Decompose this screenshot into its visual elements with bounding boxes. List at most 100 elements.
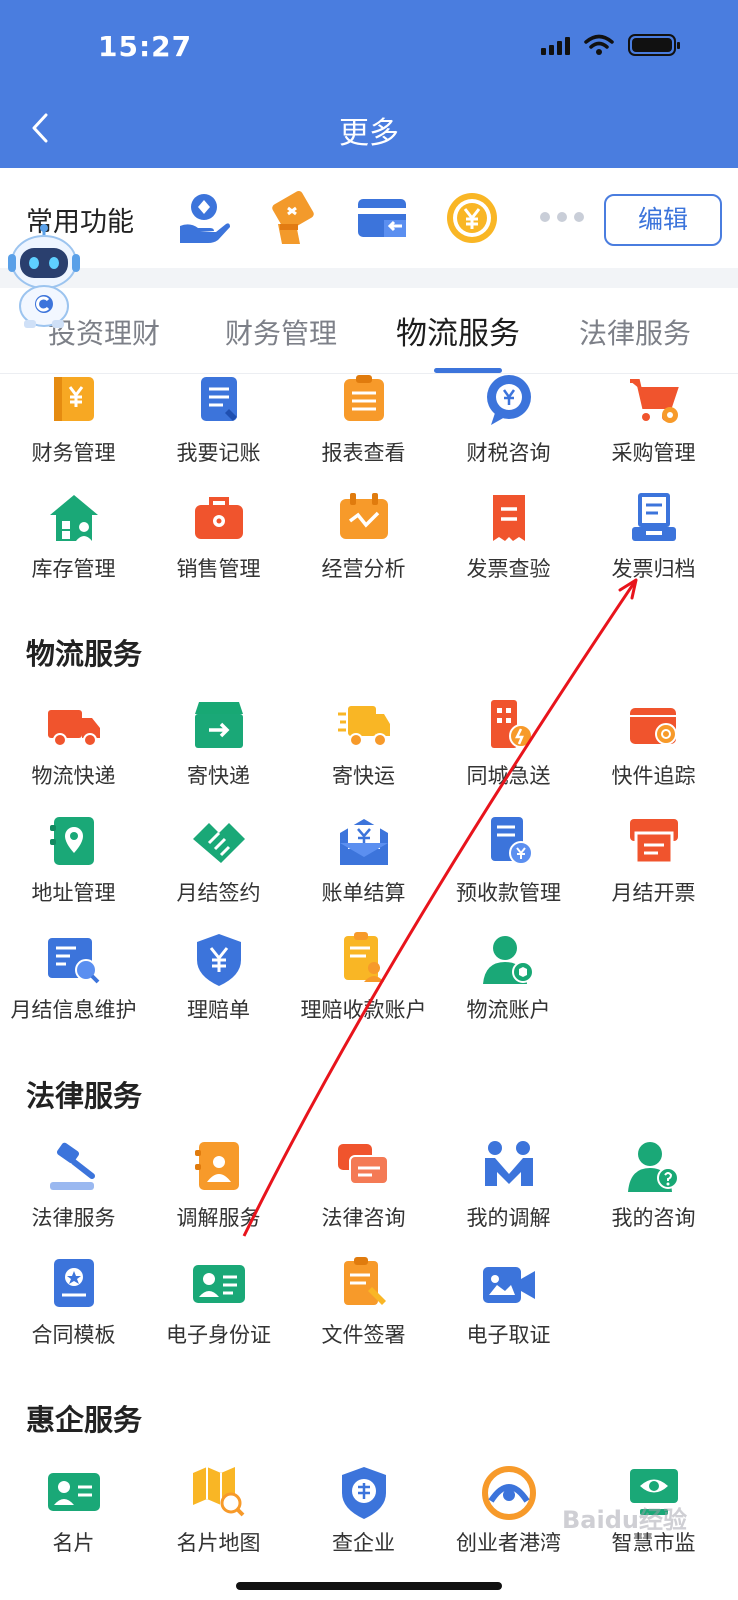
- grid-item-label: 月结签约: [176, 881, 261, 905]
- home-indicator[interactable]: [236, 1582, 502, 1590]
- grid-item-monthly-invoicing[interactable]: 月结开票: [580, 815, 727, 907]
- quick-functions-bar: 常用功能 编辑: [0, 168, 738, 268]
- grid-item-monthly-info[interactable]: 月结信息维护: [0, 932, 147, 1024]
- parcel-box-icon: [194, 702, 243, 748]
- document-sign-icon: [343, 1257, 386, 1305]
- prepayment-icon: [490, 817, 533, 865]
- video-camera-icon: [482, 1267, 535, 1303]
- grid-item-mediation[interactable]: 调解服务: [145, 1140, 292, 1232]
- divider-band: [0, 268, 738, 288]
- grid-item-label: 查企业: [332, 1531, 395, 1555]
- status-time: 15:27: [98, 30, 193, 63]
- grid-item-label: 库存管理: [31, 557, 116, 581]
- grid-item-label: 物流账户: [466, 998, 551, 1022]
- robot-assistant-icon[interactable]: [6, 224, 82, 328]
- grid-item-founders-harbor[interactable]: 创业者港湾: [435, 1465, 582, 1557]
- person-question-icon: [627, 1142, 679, 1192]
- grid-item-label: 采购管理: [611, 441, 696, 465]
- yuan-coin-icon[interactable]: [444, 190, 500, 246]
- grid-item-prepayment[interactable]: 预收款管理: [435, 815, 582, 907]
- grid-item-my-consult[interactable]: 我的咨询: [580, 1140, 727, 1232]
- grid-item-label: 名片: [52, 1531, 95, 1555]
- grid-item-inventory[interactable]: 库存管理: [0, 491, 147, 583]
- grid-item-label: 理赔收款账户: [300, 998, 427, 1022]
- grid-item-label: 月结信息维护: [10, 998, 137, 1022]
- printer-icon: [629, 819, 678, 865]
- grid-item-bill-settlement[interactable]: 账单结算: [290, 815, 437, 907]
- page-title: 更多: [339, 116, 399, 151]
- grid-item-label: 发票查验: [466, 557, 551, 581]
- grid-item-e-id[interactable]: 电子身份证: [145, 1257, 292, 1349]
- grid-item-legal-consult[interactable]: 法律咨询: [290, 1140, 437, 1232]
- tab-legal[interactable]: 法律服务: [560, 312, 710, 352]
- battery-icon: [628, 34, 680, 56]
- claim-account-icon: [343, 932, 384, 982]
- grid-item-invoice-archive[interactable]: 发票归档: [580, 491, 727, 583]
- grid-item-claim-account[interactable]: 理赔收款账户: [290, 932, 437, 1024]
- grid-item-invoice-check[interactable]: 发票查验: [435, 491, 582, 583]
- grid-item-label: 账单结算: [321, 881, 406, 905]
- grid-item-label: 名片地图: [176, 1531, 261, 1555]
- grid-item-package-tracking[interactable]: 快件追踪: [580, 698, 727, 790]
- contract-icon: [53, 1259, 94, 1307]
- grid-item-label: 法律服务: [31, 1206, 116, 1230]
- calendar-chart-icon: [339, 493, 388, 539]
- grid-item-label: 创业者港湾: [456, 1531, 561, 1555]
- grid-item-send-express[interactable]: 寄快递: [145, 698, 292, 790]
- grid-item-express[interactable]: 物流快递: [0, 698, 147, 790]
- hand-person-icon[interactable]: [176, 190, 232, 246]
- signal-icon: [541, 35, 570, 55]
- card-transfer-icon[interactable]: [354, 190, 410, 246]
- grid-item-label: 文件签署: [321, 1323, 406, 1347]
- people-m-icon: [484, 1141, 533, 1186]
- info-maintain-icon: [47, 938, 99, 984]
- grid-item-monthly-contract[interactable]: 月结签约: [145, 815, 292, 907]
- grid-item-sales[interactable]: 销售管理: [145, 491, 292, 583]
- grid-item-legal-service[interactable]: 法律服务: [0, 1140, 147, 1232]
- grid-item-finance-management[interactable]: 财务管理: [0, 375, 147, 467]
- grid-item-my-mediation[interactable]: 我的调解: [435, 1140, 582, 1232]
- grid-item-logistics-account[interactable]: 物流账户: [435, 932, 582, 1024]
- package-track-icon: [629, 708, 677, 745]
- grid-item-business-analysis[interactable]: 经营分析: [290, 491, 437, 583]
- grid-item-label: 经营分析: [321, 557, 406, 581]
- tab-logistics[interactable]: 物流服务: [383, 308, 533, 353]
- grid-item-card-map[interactable]: 名片地图: [145, 1465, 292, 1557]
- harbor-logo-icon: [481, 1466, 536, 1520]
- grid-item-city-delivery[interactable]: 同城急送: [435, 698, 582, 790]
- section-title-logistics: 物流服务: [26, 637, 143, 671]
- grid-item-reports[interactable]: 报表查看: [290, 375, 437, 467]
- mediation-book-icon: [194, 1142, 239, 1190]
- grid-item-contract-template[interactable]: 合同模板: [0, 1257, 147, 1349]
- grid-item-freight[interactable]: 寄快运: [290, 698, 437, 790]
- handshake-icon: [192, 823, 245, 863]
- grid-item-claim[interactable]: 理赔单: [145, 932, 292, 1024]
- grid-item-label: 我的调解: [466, 1206, 551, 1230]
- grid-item-label: 我的咨询: [611, 1206, 696, 1230]
- invoice-archive-icon: [631, 493, 676, 541]
- grid-item-label: 财务管理: [31, 441, 116, 465]
- grid-item-e-evidence[interactable]: 电子取证: [435, 1257, 582, 1349]
- grid-item-label: 报表查看: [321, 441, 406, 465]
- more-dots-icon[interactable]: [540, 212, 584, 222]
- grid-item-company-lookup[interactable]: 查企业: [290, 1465, 437, 1557]
- grid-item-address[interactable]: 地址管理: [0, 815, 147, 907]
- grid-item-tax-consult[interactable]: 财税咨询: [435, 375, 582, 467]
- map-search-icon: [192, 1467, 244, 1517]
- yuan-chat-icon: [486, 375, 531, 425]
- edit-button[interactable]: 编辑: [604, 194, 722, 246]
- id-card-icon: [192, 1265, 245, 1303]
- grid-item-label: 发票归档: [611, 557, 696, 581]
- section-title-benefits: 惠企服务: [26, 1403, 143, 1437]
- grid-item-label: 月结开票: [611, 881, 696, 905]
- grid-item-label: 合同模板: [31, 1323, 116, 1347]
- coupon-icon[interactable]: [266, 190, 322, 246]
- grid-item-label: 快件追踪: [611, 764, 696, 788]
- briefcase-icon: [194, 497, 243, 539]
- grid-item-document-sign[interactable]: 文件签署: [290, 1257, 437, 1349]
- grid-item-purchasing[interactable]: 采购管理: [580, 375, 727, 467]
- chat-bubbles-icon: [337, 1144, 389, 1185]
- grid-item-business-card[interactable]: 名片: [0, 1465, 147, 1557]
- grid-item-bookkeeping[interactable]: 我要记账: [145, 375, 292, 467]
- tab-finance[interactable]: 财务管理: [206, 312, 356, 352]
